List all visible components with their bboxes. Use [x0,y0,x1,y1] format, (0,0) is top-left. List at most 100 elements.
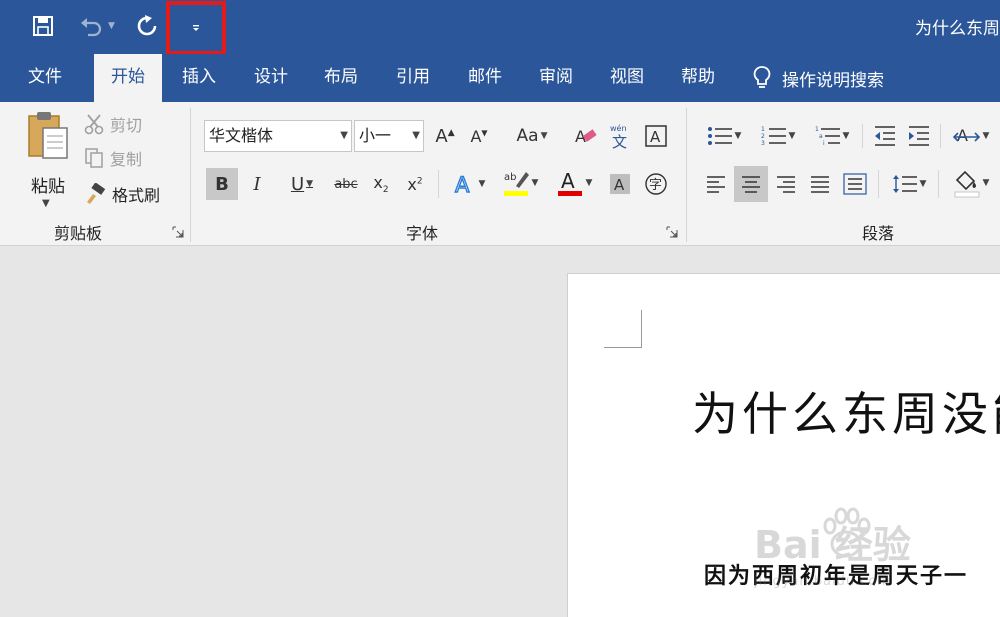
numbering-button[interactable]: 1 2 3 ▼ [754,122,802,150]
font-color-icon: A [557,169,582,196]
customize-qat-button[interactable] [166,1,226,55]
copy-label: 复制 [110,150,143,169]
save-button[interactable] [26,10,60,42]
font-color-dropdown-icon: ▼ [585,178,593,188]
font-size-select[interactable]: 小一 ▼ [354,120,424,152]
text-effects-dropdown-icon: ▼ [478,179,486,189]
redo-button[interactable] [130,10,164,42]
tab-layout[interactable]: 布局 [308,54,374,102]
tab-insert[interactable]: 插入 [166,54,232,102]
shrink-font-icon: A▼ [470,126,488,146]
justify-icon [811,176,829,193]
format-painter-label: 格式刷 [112,186,161,205]
svg-text:3: 3 [761,140,765,147]
group-divider [190,108,191,242]
character-border-button[interactable]: A [642,122,670,150]
bold-button[interactable]: B [206,168,238,200]
distributed-icon [843,173,867,195]
multilevel-list-icon: 1 a i [815,126,840,147]
tab-home[interactable]: 开始 [94,54,162,102]
increase-indent-button[interactable] [904,122,934,150]
svg-text:wén: wén [610,123,627,133]
font-launcher-icon[interactable] [666,226,678,238]
numbering-icon: 1 2 3 [761,126,786,147]
ribbon-home: 粘贴 ▼ 剪切 复制 格式刷 剪贴板 华文楷体 ▼ 小一 ▼ A▲ A▼ Aa … [0,102,1000,246]
align-center-button[interactable] [734,166,768,202]
character-shading-button[interactable]: A [606,168,634,200]
scissors-icon [84,114,104,135]
clear-formatting-button[interactable]: A [572,122,600,150]
justify-button[interactable] [806,168,834,200]
tab-references[interactable]: 引用 [380,54,446,102]
align-left-icon [707,176,725,193]
svg-text:i: i [823,140,825,147]
tab-design[interactable]: 设计 [238,54,304,102]
title-bar: ▼ 为什么东周 [0,0,1000,55]
chinese-layout-icon: A [952,126,980,145]
strikethrough-button[interactable]: abc [330,168,362,200]
divider [878,170,879,198]
underline-button[interactable]: U ▼ [278,168,326,200]
shrink-font-button[interactable]: A▼ [466,122,492,150]
shading-button[interactable]: ▼ [946,166,996,200]
watermark-subtext: jingyan.baidu.com [754,574,891,589]
watermark-text: Bai 经验 [754,523,911,567]
format-painter-icon [87,183,106,204]
bold-icon: B [215,173,229,195]
align-right-button[interactable] [772,168,800,200]
phonetic-guide-icon: wén 文 [610,123,627,150]
shading-dropdown-icon: ▼ [982,178,990,188]
paste-dropdown-icon[interactable]: ▼ [42,198,50,209]
distributed-button[interactable] [840,168,870,200]
line-spacing-button[interactable]: ▼ [886,168,932,200]
font-color-button[interactable]: A ▼ [550,166,598,200]
svg-text:1: 1 [761,126,765,133]
superscript-button[interactable]: x2 [402,168,428,200]
paint-bucket-icon [954,170,979,198]
svg-text:A: A [957,126,968,145]
align-center-icon [742,176,760,193]
grow-font-button[interactable]: A▲ [432,122,458,150]
chinese-layout-button[interactable]: A ▼ [948,122,994,150]
superscript-icon: x2 [407,174,423,194]
ribbon-tabs: 文件 开始 插入 设计 布局 引用 邮件 审阅 视图 帮助 操作说明搜索 [0,54,1000,102]
copy-button[interactable]: 复制 [84,146,142,170]
highlight-button[interactable]: ab ▼ [496,166,544,200]
align-right-icon [777,176,795,193]
italic-button[interactable]: I [244,168,270,200]
format-painter-button[interactable]: 格式刷 [84,182,160,206]
tell-me-search[interactable]: 操作说明搜索 [752,54,884,102]
document-page[interactable]: 为什么东周没能 因为西周初年是周天子一 Bai 经验 jingyan.baidu… [567,273,1000,617]
tab-help[interactable]: 帮助 [665,54,731,102]
change-case-button[interactable]: Aa ▼ [508,122,556,150]
cut-button[interactable]: 剪切 [84,112,142,136]
enclose-characters-button[interactable]: 字 [642,168,670,200]
divider [938,170,939,198]
line-spacing-icon [892,175,917,193]
paste-button[interactable]: 粘贴 ▼ [22,110,74,210]
bullets-icon [707,127,732,145]
subscript-button[interactable]: x2 [368,168,394,200]
multilevel-list-button[interactable]: 1 a i ▼ [808,122,856,150]
tab-review[interactable]: 审阅 [523,54,589,102]
undo-dropdown-icon[interactable]: ▼ [108,21,115,31]
clear-formatting-icon: A [575,127,597,146]
phonetic-guide-button[interactable]: wén 文 [606,120,634,152]
document-heading[interactable]: 为什么东周没能 [692,378,1000,444]
undo-button[interactable]: ▼ [72,10,122,42]
bullets-button[interactable]: ▼ [700,122,748,150]
align-left-button[interactable] [702,168,730,200]
text-effects-button[interactable]: A ▼ [448,168,490,200]
clipboard-group-label: 剪贴板 [54,224,103,243]
tab-file[interactable]: 文件 [12,54,78,102]
tab-mailings[interactable]: 邮件 [452,54,518,102]
clipboard-launcher-icon[interactable] [172,226,184,238]
decrease-indent-button[interactable] [870,122,900,150]
group-divider [686,108,687,242]
decrease-indent-icon [875,126,895,146]
tab-view[interactable]: 视图 [594,54,660,102]
underline-dropdown-icon: ▼ [306,179,314,189]
font-size-dropdown-icon: ▼ [412,130,420,141]
font-name-select[interactable]: 华文楷体 ▼ [204,120,352,152]
grow-font-icon: A▲ [435,125,455,147]
